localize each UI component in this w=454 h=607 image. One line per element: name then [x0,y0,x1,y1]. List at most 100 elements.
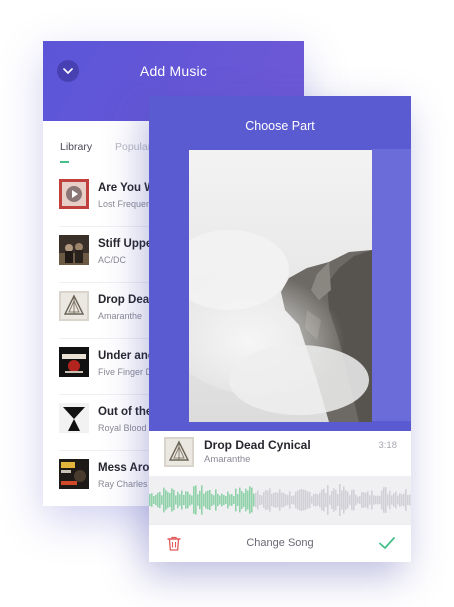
waveform-bar [271,493,273,507]
waveform-bar [327,485,329,515]
waveform-bar [383,487,385,513]
waveform-bar-selected [191,495,193,505]
waveform-bar-selected [239,487,241,513]
waveform-bar [307,491,309,509]
waveform-bar [331,490,333,510]
waveform-selector[interactable] [149,476,411,524]
waveform-bar [321,489,323,511]
waveform-bar [329,495,331,505]
waveform-bar [355,494,357,506]
waveform-bar [395,491,397,509]
waveform-bar-selected [177,491,179,509]
waveform-bar [323,488,325,512]
waveform-bar-selected [163,487,165,513]
waveform-bar-selected [235,488,237,512]
vintage-poster-cover-art [59,459,89,489]
band-photo-cover-art [59,235,89,265]
waveform-bar [267,490,269,510]
waveform-bar-selected [173,489,175,511]
waveform-bar-selected [237,494,239,506]
waveform-bar [333,488,335,512]
waveform-bar-selected [231,494,233,506]
choose-part-title: Choose Part [245,119,315,133]
app-stage: Add Music Library Popular Are You With M… [0,0,454,607]
track-artist: Ray Charles [98,479,148,489]
now-playing-duration: 3:18 [378,440,398,451]
waveform-bar-selected [241,491,243,509]
waveform-bar [407,494,409,506]
waveform-bar-selected [243,493,245,507]
waveform-bar [299,489,301,511]
waveform-bar-selected [219,495,221,505]
silhouette-cover-art [59,403,89,433]
waveform-bar [257,490,259,510]
waveform-bar [371,490,373,510]
waveform-bar-selected [149,494,151,506]
waveform-bar-selected [201,485,203,515]
waveform-bar-selected [207,490,209,510]
track-artist: Amaranthe [98,311,143,321]
tab-library[interactable]: Library [60,141,92,153]
waveform-bar [373,495,375,505]
waveform-bar [405,489,407,511]
waveform-bar [301,489,303,511]
play-cover-art [59,179,89,209]
waveform-bar-selected [211,493,213,507]
waveform-bar [363,492,365,508]
waveform-bar [315,493,317,507]
waveform-graphic [149,483,411,517]
waveform-bar [361,492,363,508]
waveform-bar [291,496,293,504]
change-song-button[interactable]: Change Song [149,537,411,549]
waveform-bar-selected [227,491,229,509]
waveform-bar-selected [213,495,215,505]
waveform-bar-selected [181,490,183,510]
waveform-bar [263,492,265,508]
confirm-button[interactable] [378,535,396,551]
waveform-bar [335,489,337,511]
waveform-bar-selected [251,487,253,513]
waveform-bar [313,493,315,507]
waveform-bar-selected [151,493,153,507]
waveform-bar [311,496,313,504]
waveform-bar [343,486,345,514]
waveform-bar [389,490,391,510]
waveform-bar [353,489,355,511]
waveform-bar-selected [205,491,207,509]
background-photo[interactable] [189,150,372,422]
waveform-bar [377,495,379,505]
waveform-bar [345,490,347,510]
waveform-bar [339,483,341,517]
waveform-bar-selected [157,492,159,508]
amaranthe-logo-cover-art [164,437,194,467]
add-music-title: Add Music [139,63,208,79]
waveform-bar-selected [223,494,225,506]
waveform-bar [279,489,281,511]
waveform-bar [385,487,387,513]
waveform-bar-selected [215,489,217,511]
waveform-bar [359,495,361,505]
waveform-bar-selected [195,485,197,515]
waveform-bar [375,496,377,504]
waveform-bar [295,491,297,509]
waveform-bar [341,490,343,510]
next-photo-peek[interactable] [372,149,411,421]
waveform-bar-selected [153,496,155,504]
waveform-bar-selected [179,494,181,506]
waveform-bar-selected [155,494,157,506]
waveform-bar-selected [187,491,189,509]
waveform-bar [397,495,399,505]
now-playing-bar: Drop Dead Cynical Amaranthe 3:18 [149,431,411,476]
waveform-bar-selected [161,495,163,505]
waveform-bar-selected [185,491,187,509]
waveform-bar [325,492,327,508]
waveform-bar-selected [217,493,219,507]
waveform-bar [281,492,283,508]
waveform-bar-selected [203,493,205,507]
tab-popular[interactable]: Popular [115,141,151,153]
waveform-bar [305,490,307,510]
waveform-bar [351,489,353,511]
action-bar: Change Song [149,524,411,562]
checkmark-icon [379,537,395,549]
waveform-bar [337,494,339,506]
